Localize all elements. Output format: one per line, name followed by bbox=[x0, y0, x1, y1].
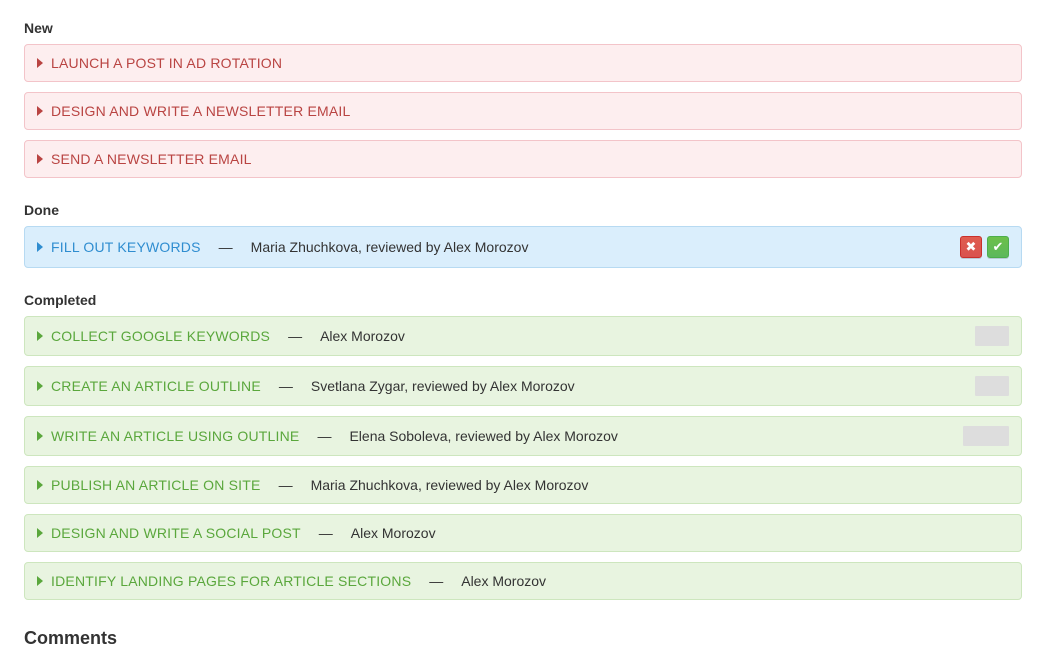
task-title: FILL OUT KEYWORDS bbox=[51, 239, 201, 255]
section-header-done: Done bbox=[24, 202, 1022, 218]
task-assignee: Alex Morozov bbox=[320, 328, 405, 344]
task-title: SEND A NEWSLETTER EMAIL bbox=[51, 151, 252, 167]
task-title: WRITE AN ARTICLE USING OUTLINE bbox=[51, 428, 299, 444]
reject-button[interactable]: ✖ bbox=[960, 236, 982, 258]
task-row[interactable]: DESIGN AND WRITE A NEWSLETTER EMAIL bbox=[24, 92, 1022, 130]
thumbnail-placeholder bbox=[963, 426, 1009, 446]
task-assignee: Alex Morozov bbox=[351, 525, 436, 541]
chevron-right-icon bbox=[37, 431, 43, 441]
thumbnail-placeholder bbox=[975, 376, 1009, 396]
task-title: PUBLISH AN ARTICLE ON SITE bbox=[51, 477, 261, 493]
task-row[interactable]: FILL OUT KEYWORDS — Maria Zhuchkova, rev… bbox=[24, 226, 1022, 268]
chevron-right-icon bbox=[37, 576, 43, 586]
separator: — bbox=[288, 328, 302, 344]
separator: — bbox=[279, 378, 293, 394]
chevron-right-icon bbox=[37, 528, 43, 538]
separator: — bbox=[317, 428, 331, 444]
task-title: IDENTIFY LANDING PAGES FOR ARTICLE SECTI… bbox=[51, 573, 411, 589]
task-assignee: Maria Zhuchkova, reviewed by Alex Morozo… bbox=[251, 239, 529, 255]
separator: — bbox=[429, 573, 443, 589]
task-row[interactable]: PUBLISH AN ARTICLE ON SITE — Maria Zhuch… bbox=[24, 466, 1022, 504]
separator: — bbox=[219, 239, 233, 255]
thumbnail-placeholder bbox=[975, 326, 1009, 346]
task-assignee: Maria Zhuchkova, reviewed by Alex Morozo… bbox=[311, 477, 589, 493]
chevron-right-icon bbox=[37, 242, 43, 252]
chevron-right-icon bbox=[37, 154, 43, 164]
task-title: LAUNCH A POST IN AD ROTATION bbox=[51, 55, 282, 71]
task-assignee: Elena Soboleva, reviewed by Alex Morozov bbox=[349, 428, 617, 444]
approve-button[interactable]: ✔ bbox=[987, 236, 1009, 258]
chevron-right-icon bbox=[37, 331, 43, 341]
task-row[interactable]: IDENTIFY LANDING PAGES FOR ARTICLE SECTI… bbox=[24, 562, 1022, 600]
comments-header: Comments bbox=[24, 628, 1022, 649]
task-assignee: Svetlana Zygar, reviewed by Alex Morozov bbox=[311, 378, 575, 394]
task-row[interactable]: CREATE AN ARTICLE OUTLINE — Svetlana Zyg… bbox=[24, 366, 1022, 406]
separator: — bbox=[279, 477, 293, 493]
cross-icon: ✖ bbox=[966, 239, 977, 255]
section-header-completed: Completed bbox=[24, 292, 1022, 308]
task-title: DESIGN AND WRITE A SOCIAL POST bbox=[51, 525, 301, 541]
task-row[interactable]: SEND A NEWSLETTER EMAIL bbox=[24, 140, 1022, 178]
task-title: COLLECT GOOGLE KEYWORDS bbox=[51, 328, 270, 344]
check-icon: ✔ bbox=[993, 239, 1004, 255]
task-row[interactable]: LAUNCH A POST IN AD ROTATION bbox=[24, 44, 1022, 82]
task-title: CREATE AN ARTICLE OUTLINE bbox=[51, 378, 261, 394]
chevron-right-icon bbox=[37, 381, 43, 391]
task-row[interactable]: DESIGN AND WRITE A SOCIAL POST — Alex Mo… bbox=[24, 514, 1022, 552]
chevron-right-icon bbox=[37, 106, 43, 116]
task-actions: ✖ ✔ bbox=[960, 236, 1009, 258]
task-title: DESIGN AND WRITE A NEWSLETTER EMAIL bbox=[51, 103, 351, 119]
separator: — bbox=[319, 525, 333, 541]
task-row[interactable]: WRITE AN ARTICLE USING OUTLINE — Elena S… bbox=[24, 416, 1022, 456]
chevron-right-icon bbox=[37, 480, 43, 490]
section-header-new: New bbox=[24, 20, 1022, 36]
task-row[interactable]: COLLECT GOOGLE KEYWORDS — Alex Morozov bbox=[24, 316, 1022, 356]
task-assignee: Alex Morozov bbox=[461, 573, 546, 589]
chevron-right-icon bbox=[37, 58, 43, 68]
